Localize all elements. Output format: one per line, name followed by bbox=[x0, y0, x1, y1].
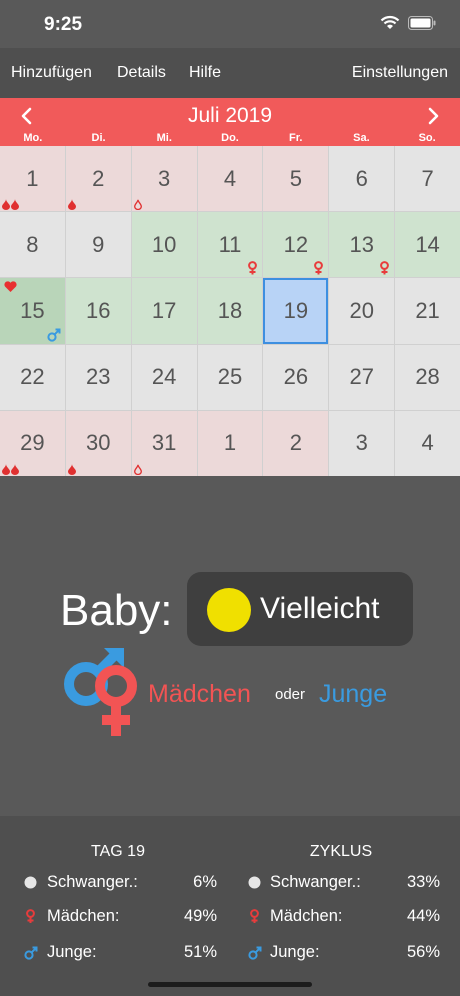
male-icon bbox=[24, 946, 38, 960]
weekday-label: Mo. bbox=[23, 132, 43, 144]
day-cell[interactable]: 12 bbox=[263, 212, 329, 278]
weekday-label: Di. bbox=[91, 132, 106, 144]
help-button[interactable]: Hilfe bbox=[189, 64, 221, 82]
battery-icon bbox=[408, 16, 436, 30]
male-icon bbox=[47, 328, 61, 342]
day-cell[interactable]: 14 bbox=[395, 212, 460, 278]
weekday-label: Do. bbox=[221, 132, 239, 144]
settings-button[interactable]: Einstellungen bbox=[352, 64, 448, 82]
baby-prediction: Baby: Vielleicht Mädchen oder Junge bbox=[0, 476, 460, 816]
day-cell[interactable]: 29 bbox=[0, 410, 65, 476]
female-icon bbox=[314, 261, 324, 275]
circle-icon bbox=[248, 876, 261, 889]
baby-label: Baby: bbox=[60, 586, 173, 635]
heart-icon bbox=[4, 281, 17, 293]
day-cell[interactable]: 4 bbox=[395, 410, 460, 476]
day-cell[interactable]: 22 bbox=[0, 344, 65, 410]
day-cell[interactable]: 2 bbox=[65, 146, 131, 212]
day-cell[interactable]: 6 bbox=[329, 146, 395, 212]
calendar-header: Juli 2019 Mo. Di. Mi. Do. Fr. Sa. So. bbox=[0, 98, 460, 146]
day-cell[interactable]: 27 bbox=[329, 344, 395, 410]
blood-drop-icon bbox=[67, 199, 76, 211]
next-month-icon[interactable] bbox=[423, 106, 443, 126]
statistics-panel: TAG 19 ZYKLUS Schwanger.: 6% Mädchen: 49… bbox=[0, 816, 460, 996]
female-icon bbox=[380, 261, 390, 275]
day-cell[interactable]: 26 bbox=[263, 344, 329, 410]
weekday-label: Fr. bbox=[288, 132, 303, 144]
add-button[interactable]: Hinzufügen bbox=[11, 64, 92, 82]
day-cell[interactable]: 7 bbox=[395, 146, 460, 212]
day-cell-today[interactable]: 19 bbox=[263, 278, 329, 344]
female-icon bbox=[26, 909, 35, 923]
day-stats-title: TAG 19 bbox=[91, 843, 145, 860]
weekday-label: So. bbox=[418, 132, 436, 144]
gender-logo-icon bbox=[64, 648, 137, 736]
weekday-label: Sa. bbox=[353, 132, 370, 144]
status-dot-icon bbox=[207, 588, 251, 632]
weekday-row: Mo. Di. Mi. Do. Fr. Sa. So. bbox=[0, 132, 460, 144]
day-cell[interactable]: 15 bbox=[0, 278, 65, 344]
day-cell[interactable]: 3 bbox=[131, 146, 197, 212]
blood-drop-icon bbox=[2, 463, 19, 475]
circle-icon bbox=[24, 876, 37, 889]
day-cell[interactable]: 5 bbox=[263, 146, 329, 212]
blood-drop-outline-icon bbox=[133, 464, 142, 475]
day-cell[interactable]: 30 bbox=[65, 410, 131, 476]
day-cell[interactable]: 17 bbox=[131, 278, 197, 344]
day-cell[interactable]: 18 bbox=[197, 278, 263, 344]
day-cell[interactable]: 23 bbox=[65, 344, 131, 410]
day-girl-row: Mädchen: 49% bbox=[0, 907, 230, 929]
day-cell[interactable]: 9 bbox=[65, 212, 131, 278]
day-cell[interactable]: 25 bbox=[197, 344, 263, 410]
cycle-stats-title: ZYKLUS bbox=[309, 843, 373, 860]
day-cell[interactable]: 13 bbox=[329, 212, 395, 278]
day-cell[interactable]: 21 bbox=[395, 278, 460, 344]
female-icon bbox=[250, 909, 259, 923]
weekday-label: Mi. bbox=[156, 132, 172, 144]
day-cell[interactable]: 31 bbox=[131, 410, 197, 476]
day-cell[interactable]: 2 bbox=[263, 410, 329, 476]
day-pregnant-row: Schwanger.: 6% bbox=[0, 873, 230, 895]
home-indicator[interactable] bbox=[148, 982, 312, 987]
pregnancy-status-badge[interactable]: Vielleicht bbox=[187, 572, 413, 646]
day-boy-row: Junge: 51% bbox=[0, 943, 230, 965]
cycle-pregnant-row: Schwanger.: 33% bbox=[230, 873, 460, 895]
boy-label: Junge bbox=[319, 680, 388, 708]
day-cell[interactable]: 1 bbox=[197, 410, 263, 476]
pregnancy-status: Vielleicht bbox=[260, 592, 380, 625]
day-cell[interactable]: 28 bbox=[395, 344, 460, 410]
blood-drop-icon bbox=[67, 463, 76, 475]
day-cell[interactable]: 24 bbox=[131, 344, 197, 410]
male-icon bbox=[248, 946, 262, 960]
day-cell[interactable]: 20 bbox=[329, 278, 395, 344]
blood-drop-icon bbox=[2, 199, 19, 211]
month-title: Juli 2019 bbox=[187, 104, 273, 127]
day-cell[interactable]: 11 bbox=[197, 212, 263, 278]
or-label: oder bbox=[275, 686, 306, 703]
day-cell[interactable]: 4 bbox=[197, 146, 263, 212]
cycle-boy-row: Junge: 56% bbox=[230, 943, 460, 965]
status-time: 9:25 bbox=[44, 14, 83, 35]
female-icon bbox=[248, 261, 258, 275]
girl-label: Mädchen bbox=[148, 680, 251, 708]
cycle-girl-row: Mädchen: 44% bbox=[230, 907, 460, 929]
status-bar: 9:25 bbox=[0, 0, 460, 48]
day-cell[interactable]: 8 bbox=[0, 212, 65, 278]
day-cell[interactable]: 1 bbox=[0, 146, 65, 212]
blood-drop-outline-icon bbox=[133, 199, 142, 211]
day-cell[interactable]: 16 bbox=[65, 278, 131, 344]
day-cell[interactable]: 3 bbox=[329, 410, 395, 476]
details-button[interactable]: Details bbox=[117, 64, 166, 82]
toolbar: Hinzufügen Details Hilfe Einstellungen bbox=[0, 48, 460, 98]
status-icons bbox=[380, 15, 436, 31]
calendar-grid: 1 2 3 4 5 6 7 8 9 10 11 12 13 14 15 16 1… bbox=[0, 146, 460, 476]
day-cell[interactable]: 10 bbox=[131, 212, 197, 278]
wifi-icon bbox=[380, 15, 400, 29]
